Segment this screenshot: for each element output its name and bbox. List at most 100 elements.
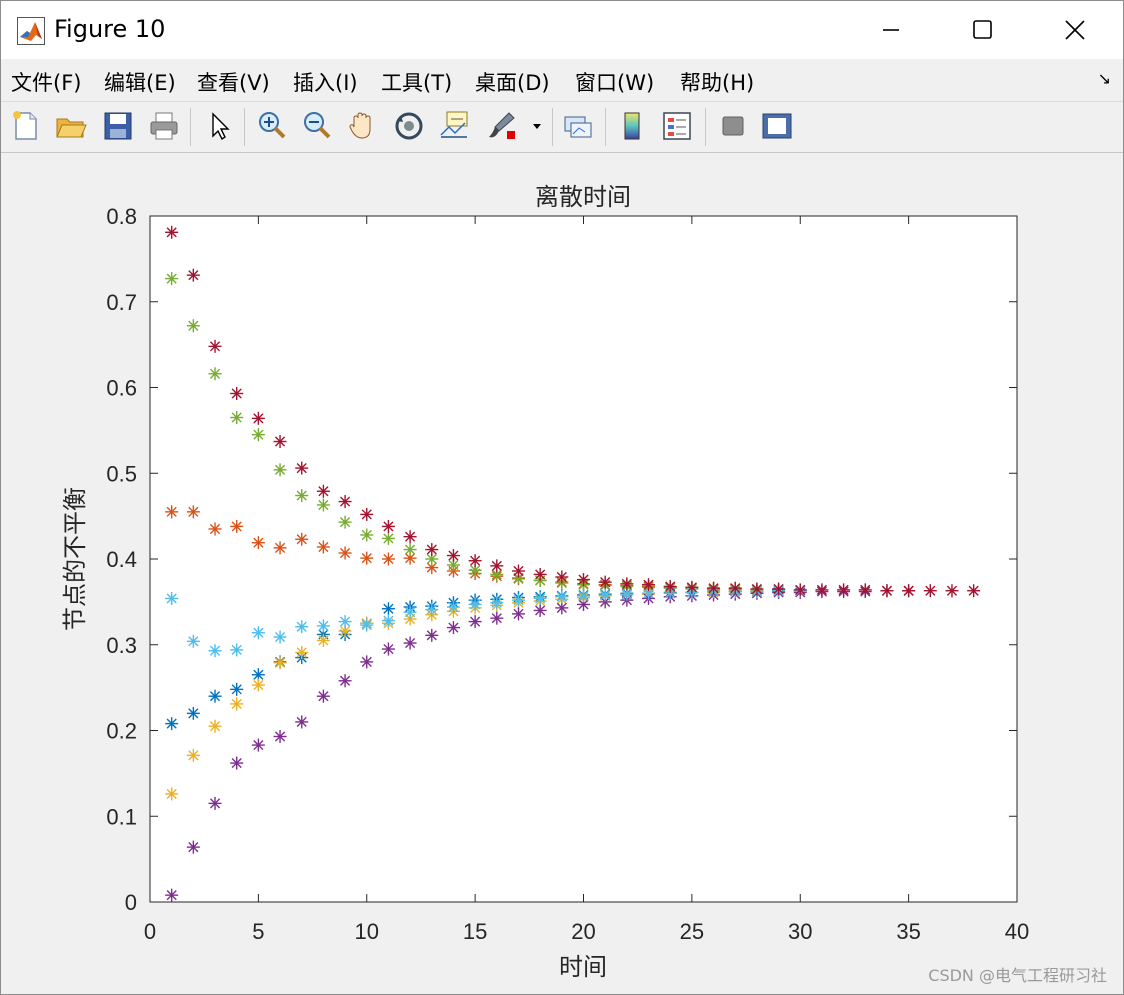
data-point	[360, 618, 374, 632]
y-tick-label: 0.4	[106, 547, 137, 572]
menu-bar: 文件(F) 编辑(E) 查看(V) 插入(I) 工具(T) 桌面(D) 窗口(W…	[1, 59, 1123, 99]
link-plot-icon[interactable]	[561, 109, 595, 143]
y-tick-label: 0.6	[106, 376, 137, 401]
data-point	[858, 583, 872, 597]
data-cursor-icon[interactable]	[437, 109, 471, 143]
data-point	[186, 706, 200, 720]
data-point	[533, 603, 547, 617]
x-tick-label: 40	[1005, 919, 1029, 944]
data-point	[165, 591, 179, 605]
data-point	[446, 549, 460, 563]
menu-file[interactable]: 文件(F)	[11, 67, 81, 97]
data-point	[642, 578, 656, 592]
x-tick-label: 15	[463, 919, 487, 944]
menu-edit[interactable]: 编辑(E)	[104, 67, 176, 97]
data-point	[577, 573, 590, 587]
data-point	[295, 620, 309, 634]
data-point	[945, 584, 959, 598]
data-point	[230, 519, 244, 533]
data-point	[425, 543, 439, 557]
data-point	[360, 528, 374, 542]
data-point	[490, 611, 504, 625]
pan-hand-icon[interactable]	[346, 109, 380, 143]
data-point	[511, 564, 525, 578]
data-point	[316, 498, 330, 512]
data-point	[793, 583, 807, 597]
zoom-in-icon[interactable]	[255, 109, 289, 143]
data-point	[663, 579, 677, 593]
data-point	[338, 515, 352, 529]
maximize-button[interactable]	[937, 1, 1029, 59]
show-plot-tools-icon[interactable]	[760, 109, 794, 143]
watermark-text: CSDN @电气工程研习社	[928, 966, 1107, 985]
menu-desktop[interactable]: 桌面(D)	[475, 67, 550, 97]
data-point	[511, 607, 525, 621]
menu-tools[interactable]: 工具(T)	[381, 67, 452, 97]
insert-colorbar-icon[interactable]	[615, 109, 649, 143]
close-icon	[1065, 20, 1085, 40]
title-bar[interactable]: Figure 10	[1, 1, 1123, 59]
data-point	[728, 581, 742, 595]
data-point	[533, 567, 547, 581]
data-point	[208, 367, 222, 381]
brush-dropdown-icon[interactable]	[529, 109, 545, 143]
data-point	[186, 634, 200, 648]
zoom-out-icon[interactable]	[300, 109, 334, 143]
window-title: Figure 10	[54, 15, 166, 43]
data-point	[837, 583, 851, 597]
data-point	[208, 689, 222, 703]
insert-legend-icon[interactable]	[660, 109, 694, 143]
data-point	[750, 582, 764, 596]
minimize-button[interactable]	[845, 1, 937, 59]
toolbar-separator	[244, 108, 245, 146]
brush-icon[interactable]	[485, 109, 519, 143]
hide-plot-tools-icon[interactable]	[716, 109, 750, 143]
data-point	[381, 552, 395, 566]
data-point	[620, 577, 634, 591]
data-point	[230, 682, 244, 696]
data-point	[381, 531, 395, 545]
data-point	[251, 738, 265, 752]
menu-insert[interactable]: 插入(I)	[293, 67, 358, 97]
data-point	[403, 605, 417, 619]
data-point	[598, 588, 612, 602]
data-point	[425, 628, 439, 642]
data-point	[316, 619, 330, 633]
menu-window[interactable]: 窗口(W)	[575, 67, 654, 97]
data-point	[186, 319, 200, 333]
data-point	[490, 559, 504, 573]
data-point	[230, 643, 244, 657]
data-point	[165, 787, 179, 801]
close-button[interactable]	[1029, 1, 1121, 59]
print-icon[interactable]	[147, 109, 181, 143]
data-point	[208, 796, 222, 810]
new-figure-icon[interactable]	[9, 109, 43, 143]
data-point	[772, 582, 786, 596]
data-point	[577, 589, 590, 603]
data-point	[230, 756, 244, 770]
data-point	[533, 591, 547, 605]
rotate-3d-icon[interactable]	[392, 109, 426, 143]
x-tick-label: 0	[144, 919, 156, 944]
data-point	[685, 580, 699, 594]
data-point	[902, 584, 916, 598]
select-arrow-icon[interactable]	[203, 109, 237, 143]
data-point	[251, 626, 265, 640]
menu-help[interactable]: 帮助(H)	[680, 67, 754, 97]
save-icon[interactable]	[101, 109, 135, 143]
dock-arrow-icon[interactable]: ↘	[1098, 69, 1111, 88]
x-tick-label: 5	[252, 919, 264, 944]
data-point	[338, 674, 352, 688]
data-point	[446, 621, 460, 635]
menu-view[interactable]: 查看(V)	[197, 67, 270, 97]
data-point	[316, 540, 330, 554]
data-point	[165, 505, 179, 519]
data-point	[338, 495, 352, 509]
x-tick-label: 25	[680, 919, 704, 944]
open-file-icon[interactable]	[54, 109, 88, 143]
data-point	[295, 532, 309, 546]
data-point	[273, 541, 287, 555]
figure-canvas: 0 5 10 15 20 25 30 35 40 0 0.1 0.2 0.3 0.4 0.5 0.6 0.7 0.…	[1, 153, 1123, 994]
y-tick-label: 0.1	[106, 804, 137, 829]
data-point	[251, 536, 265, 550]
